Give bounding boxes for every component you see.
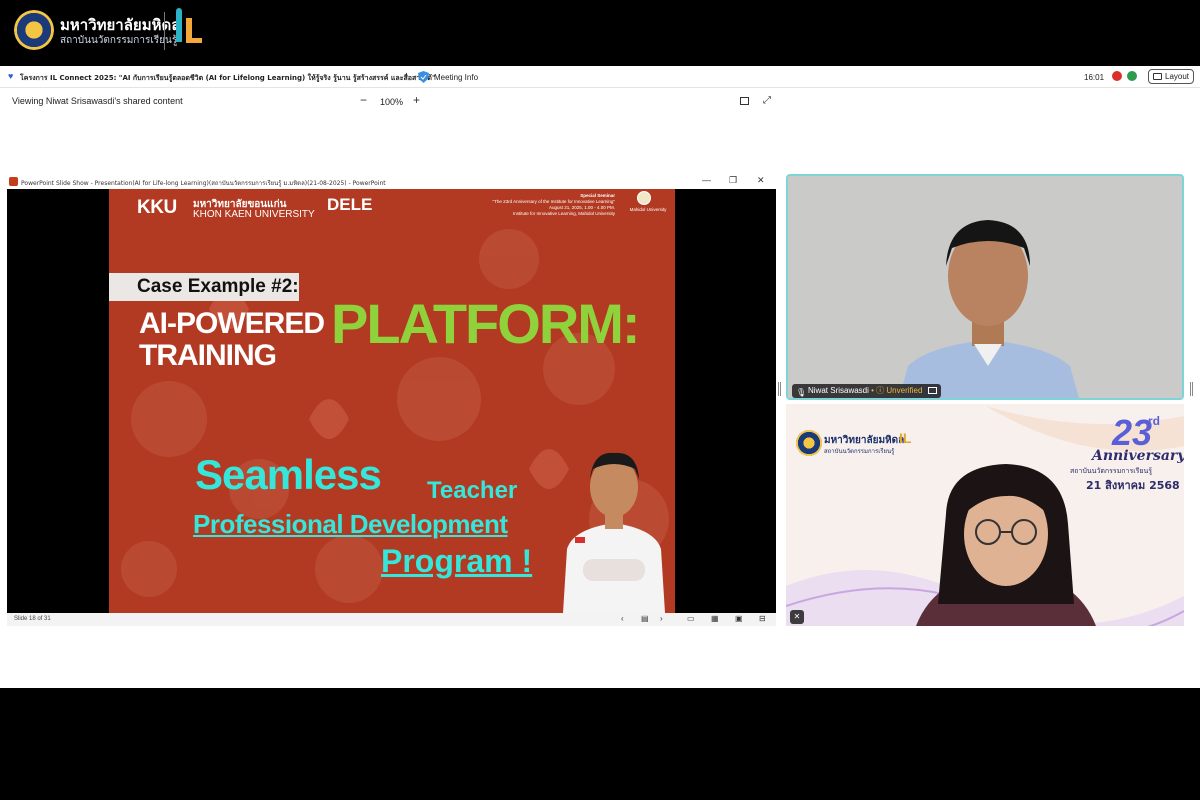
mic-muted-icon: ✕ xyxy=(790,610,804,624)
recording-icon xyxy=(1112,71,1122,81)
close-icon[interactable]: ✕ xyxy=(757,175,765,186)
slide-stage: KKU มหาวิทยาลัยขอนแก่น KHON KAEN UNIVERS… xyxy=(7,189,776,613)
il-logo-icon xyxy=(176,8,202,43)
brand-bar: มหาวิทยาลัยมหิดล สถาบันนวัตกรรมการเรียนร… xyxy=(0,0,1200,66)
professional-development-text: Professional Development xyxy=(193,509,508,539)
meeting-title: โครงการ IL Connect 2025: "AI กับการเรียน… xyxy=(20,74,436,82)
zoom-out-button[interactable]: − xyxy=(360,93,367,107)
slide-sorter-icon[interactable]: ▦ xyxy=(711,614,719,623)
mahidol-seal-icon xyxy=(796,430,822,456)
powerpoint-window: PowerPoint Slide Show - Presentation(AI … xyxy=(7,174,776,626)
slide: KKU มหาวิทยาลัยขอนแก่น KHON KAEN UNIVERS… xyxy=(109,189,675,613)
seamless-text: Seamless xyxy=(195,451,382,498)
teams-icon: ♥ xyxy=(8,71,14,81)
ppt-window-title: PowerPoint Slide Show - Presentation(AI … xyxy=(21,180,386,187)
mic-icon: 🎙 xyxy=(796,388,807,397)
resize-handle-right[interactable] xyxy=(1190,382,1193,396)
participant-video xyxy=(916,464,1096,626)
program-text: Program ! xyxy=(381,543,533,579)
restore-icon[interactable]: ❐ xyxy=(729,175,737,186)
presenter-photo xyxy=(563,452,665,613)
normal-view-icon[interactable]: ▭ xyxy=(687,614,695,623)
anniversary-ordinal: rd xyxy=(1148,414,1160,428)
zoom-in-button[interactable]: + xyxy=(413,93,420,107)
fullscreen-icon[interactable]: ⤢ xyxy=(763,95,771,106)
pop-out-icon[interactable] xyxy=(740,97,749,105)
unverified-badge: • ⓘ Unverified xyxy=(871,386,923,395)
participant-video xyxy=(788,176,1182,398)
meeting-header: ♥ โครงการ IL Connect 2025: "AI กับการเรี… xyxy=(0,66,1200,88)
viewing-shared-label: Viewing Niwat Srisawasdi's shared conten… xyxy=(12,96,183,106)
meeting-info-button[interactable]: Meeting Info xyxy=(434,73,478,82)
participant-tile-niwat[interactable]: 🎙 Niwat Srisawasdi • ⓘ Unverified xyxy=(786,174,1184,400)
resize-handle-left[interactable] xyxy=(778,382,781,396)
institute-name: สถาบันนวัตกรรมการเรียนรู้ xyxy=(60,35,178,46)
reading-view-icon[interactable]: ▣ xyxy=(735,614,743,623)
participant-name: Niwat Srisawasdi xyxy=(808,386,869,395)
zoom-level: 100% xyxy=(380,97,404,107)
powerpoint-icon xyxy=(9,177,18,186)
slideshow-icon[interactable]: ⊟ xyxy=(759,614,766,623)
mahidol-seal-logo xyxy=(14,10,54,50)
ai-powered-text: AI-POWERED xyxy=(139,307,325,340)
seminar-place: Institute for Innovative Learning, Mahid… xyxy=(512,211,615,216)
slide-counter: Slide 18 of 31 xyxy=(14,616,51,622)
shield-icon[interactable] xyxy=(418,71,429,83)
layout-label: Layout xyxy=(1165,72,1190,81)
il-logo: IL xyxy=(899,430,912,446)
seminar-info: Special Seminar "The 23rd Anniversary of… xyxy=(457,193,615,217)
status-icon xyxy=(1127,71,1137,81)
previous-slide-icon[interactable]: ‹ xyxy=(621,614,624,623)
minimize-icon[interactable]: — xyxy=(702,175,711,185)
participant-tile-2[interactable]: มหาวิทยาลัยมหิดล สถาบันนวัตกรรมการเรียนร… xyxy=(786,404,1184,626)
teams-meeting-window: ♥ โครงการ IL Connect 2025: "AI กับการเรี… xyxy=(0,66,1200,688)
kku-english-name: KHON KAEN UNIVERSITY xyxy=(193,209,315,220)
ppt-status-bar: Slide 18 of 31 ‹ ▤ › ▭ ▦ ▣ ⊟ xyxy=(7,613,776,626)
dele-logo: DELE xyxy=(327,195,373,214)
kku-logo: KKU xyxy=(137,197,177,218)
training-text: TRAINING xyxy=(139,339,277,372)
screen-share-icon xyxy=(927,387,937,394)
layout-icon xyxy=(1153,73,1162,80)
platform-text: PLATFORM: xyxy=(331,292,641,355)
meeting-timer: 16:01 xyxy=(1084,73,1105,82)
unverified-label: Unverified xyxy=(886,386,923,395)
institute-name-overlay: สถาบันนวัตกรรมการเรียนรู้ xyxy=(824,448,895,455)
mahidol-seal-icon xyxy=(637,191,651,205)
next-slide-icon[interactable]: › xyxy=(660,614,663,623)
layout-button[interactable]: Layout xyxy=(1148,69,1194,84)
logo-divider xyxy=(164,12,165,50)
ppt-title-bar: PowerPoint Slide Show - Presentation(AI … xyxy=(7,174,776,189)
participant-name-tag: 🎙 Niwat Srisawasdi • ⓘ Unverified xyxy=(792,384,941,398)
mahidol-caption: Mahidol University xyxy=(629,207,667,212)
case-example-heading: Case Example #2: xyxy=(137,276,299,297)
slides-menu-icon[interactable]: ▤ xyxy=(641,614,649,623)
teacher-text: Teacher xyxy=(427,477,518,504)
